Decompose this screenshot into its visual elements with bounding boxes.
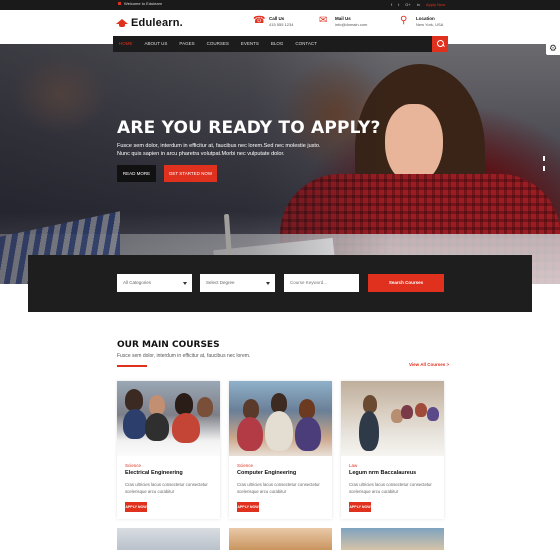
site-header: Edulearn. ☎ Call Us 415 555 1234 ✉ Mail … — [0, 10, 560, 36]
location-pin-icon: ⚲ — [400, 15, 408, 26]
categories-select-value: All Categories — [123, 280, 152, 285]
hero-title: ARE YOU READY TO APPLY? — [117, 118, 381, 138]
photo-person — [401, 405, 413, 419]
course-image[interactable] — [341, 381, 444, 456]
logo-text: Edulearn. — [131, 17, 183, 29]
photo-person — [125, 389, 143, 411]
photo-person — [243, 399, 259, 419]
course-description: Cras ultricies lacus consectetur consect… — [125, 482, 208, 494]
facebook-icon[interactable]: f — [391, 2, 392, 7]
section-underline — [117, 365, 147, 367]
call-value[interactable]: 415 555 1234 — [269, 22, 293, 28]
photo-person — [172, 413, 200, 443]
photo-person — [415, 403, 427, 417]
search-courses-button[interactable]: Search Courses — [368, 274, 444, 292]
apply-now-link[interactable]: Apply Now — [426, 2, 445, 7]
twitter-icon[interactable]: t — [398, 2, 399, 7]
hero-overlay — [0, 44, 560, 284]
google-plus-icon[interactable]: G+ — [405, 2, 410, 7]
degree-select-value: Select Degree — [206, 280, 235, 285]
hero-subtitle: Fusce sem dolor, interdum in efficitur a… — [117, 143, 321, 157]
photo-person — [123, 409, 147, 439]
course-title[interactable]: Computer Engineering — [237, 470, 296, 476]
nav-events[interactable]: EVENTS — [235, 36, 265, 52]
course-description: Cras ultricies lacus consectetur consect… — [237, 482, 320, 494]
course-category[interactable]: Law — [349, 463, 357, 468]
welcome-message: Welcome to Edulearn — [118, 1, 162, 6]
course-search-panel: All Categories Select Degree Search Cour… — [28, 255, 532, 312]
hero-banner: ARE YOU READY TO APPLY? Fusce sem dolor,… — [0, 44, 560, 284]
location-value: New York, USA — [416, 22, 444, 27]
course-card[interactable]: Law Legum nrm Baccalaureus Cras ultricie… — [341, 381, 444, 519]
top-bar: Welcome to Edulearn f t G+ in Apply Now — [0, 0, 560, 10]
slider-dot[interactable] — [543, 156, 545, 161]
nav-about[interactable]: ABOUT US — [139, 36, 174, 52]
search-icon[interactable] — [432, 36, 448, 52]
nav-courses[interactable]: COURSES — [201, 36, 235, 52]
course-image[interactable] — [229, 381, 332, 456]
nav-home[interactable]: HOME — [113, 36, 139, 52]
course-image[interactable] — [117, 381, 220, 456]
mail-icon: ✉ — [319, 15, 328, 26]
course-title[interactable]: Electrical Engineering — [125, 470, 183, 476]
view-all-courses-link[interactable]: View All Courses > — [409, 362, 449, 367]
photo-person — [359, 411, 379, 451]
photo-person — [175, 393, 193, 415]
graduation-cap-icon — [116, 18, 128, 28]
photo-person — [145, 413, 169, 441]
mail-info: ✉ Mail Us info@domain.com — [319, 16, 367, 28]
course-card[interactable]: Science Computer Engineering Cras ultric… — [229, 381, 332, 519]
course-keyword-input[interactable] — [284, 274, 359, 292]
course-category[interactable]: Science — [125, 463, 141, 468]
section-title: OUR MAIN COURSES — [117, 340, 220, 350]
section-subtitle: Fusce sem dolor, interdum in efficitur a… — [117, 353, 251, 359]
photo-person — [149, 395, 165, 415]
logo[interactable]: Edulearn. — [116, 17, 183, 29]
course-description: Cras ultricies lacus consectetur consect… — [349, 482, 432, 494]
call-info: ☎ Call Us 415 555 1234 — [253, 16, 293, 28]
social-links: f t G+ in — [391, 2, 420, 7]
photo-person — [237, 417, 263, 451]
course-card[interactable]: Science Electrical Engineering Cras ultr… — [117, 381, 220, 519]
photo-person — [197, 397, 213, 417]
photo-person — [295, 417, 321, 451]
apply-now-button[interactable]: APPLY NOW — [349, 502, 371, 512]
get-started-button[interactable]: GET STARTED NOW — [164, 165, 217, 182]
course-title[interactable]: Legum nrm Baccalaureus — [349, 470, 416, 476]
categories-select[interactable]: All Categories — [117, 274, 192, 292]
mail-value[interactable]: info@domain.com — [335, 22, 367, 28]
nav-contact[interactable]: CONTACT — [289, 36, 322, 52]
course-image[interactable] — [341, 528, 444, 550]
apply-now-button[interactable]: APPLY NOW — [237, 502, 259, 512]
nav-pages[interactable]: PAGES — [173, 36, 200, 52]
phone-icon: ☎ — [253, 15, 266, 26]
location-info: ⚲ Location New York, USA — [400, 16, 443, 28]
welcome-icon — [118, 2, 121, 5]
main-nav: HOME ABOUT US PAGES COURSES EVENTS BLOG … — [113, 36, 448, 52]
gear-icon[interactable]: ⚙ — [546, 41, 560, 55]
photo-person — [265, 411, 293, 451]
course-image[interactable] — [229, 528, 332, 550]
slider-dot[interactable] — [543, 166, 545, 171]
slider-dots[interactable] — [543, 156, 545, 172]
apply-now-button[interactable]: APPLY NOW — [125, 502, 147, 512]
chevron-down-icon — [183, 282, 187, 285]
photo-person — [271, 393, 287, 413]
course-category[interactable]: Science — [237, 463, 253, 468]
welcome-text: Welcome to Edulearn — [124, 1, 163, 6]
course-image[interactable] — [117, 528, 220, 550]
nav-blog[interactable]: BLOG — [265, 36, 290, 52]
photo-person — [299, 399, 315, 419]
chevron-down-icon — [266, 282, 270, 285]
read-more-button[interactable]: READ MORE — [117, 165, 156, 182]
degree-select[interactable]: Select Degree — [200, 274, 275, 292]
linkedin-icon[interactable]: in — [417, 2, 420, 7]
photo-person — [427, 407, 439, 421]
